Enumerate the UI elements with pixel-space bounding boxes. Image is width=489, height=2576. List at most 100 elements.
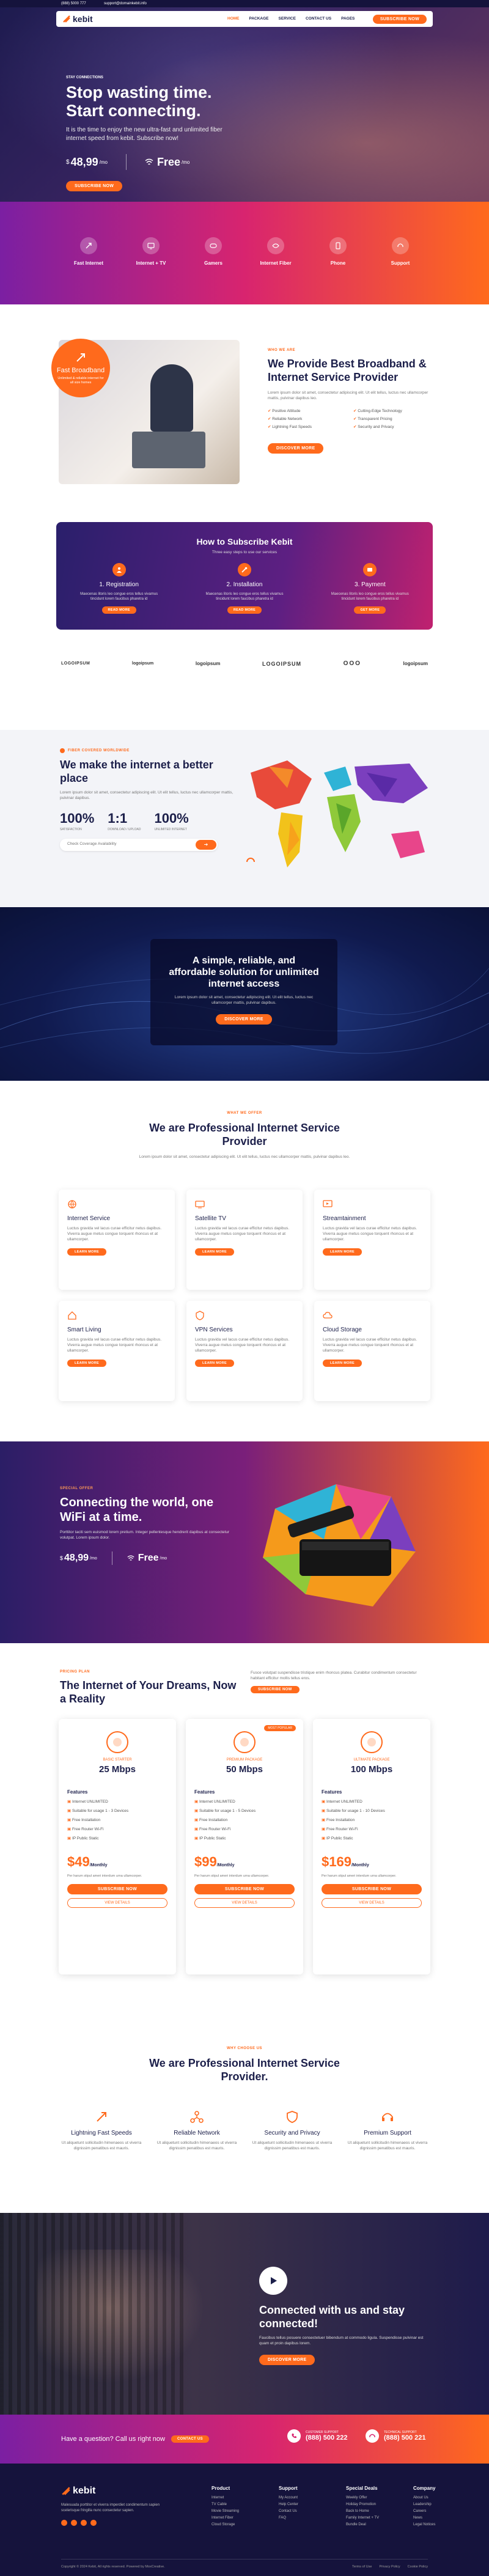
step-title: 2. Installation <box>226 581 263 588</box>
services-eyebrow: WHAT WE OFFER <box>227 1111 262 1115</box>
footer-link[interactable]: Contact Us <box>279 2508 323 2515</box>
plan-subscribe-button[interactable]: SUBSCRIBE NOW <box>194 1884 295 1894</box>
footer-col-title: Company <box>413 2486 436 2491</box>
footer-link[interactable]: FAQ <box>279 2515 323 2522</box>
play-button[interactable] <box>259 2267 287 2295</box>
footer-link[interactable]: My Account <box>279 2495 323 2501</box>
legal-links: Terms of Use Privacy Policy Cookie Polic… <box>352 2565 428 2569</box>
payment-icon <box>363 563 377 576</box>
footer-link[interactable]: Movie Streaming <box>211 2508 256 2515</box>
contact-us-button[interactable]: CONTACT US <box>171 2435 209 2443</box>
shield-icon <box>196 1311 204 1320</box>
check-item: ✔ Lightning Fast Speeds <box>268 425 312 429</box>
nav-subscribe-button[interactable]: SUBSCRIBE NOW <box>372 15 427 24</box>
service-learn-more-button[interactable]: LEARN MORE <box>195 1360 234 1367</box>
features-heading: Features <box>322 1789 342 1795</box>
step-get-more-button[interactable]: GET MORE <box>354 606 386 614</box>
feature-label: Support <box>391 260 410 266</box>
footer-link[interactable]: Careers <box>413 2508 450 2515</box>
plan-details-button[interactable]: VIEW DETAILS <box>67 1898 167 1908</box>
plan-price: $169 <box>322 1854 351 1869</box>
service-learn-more-button[interactable]: LEARN MORE <box>323 1248 362 1256</box>
pricing-cards: BASIC STARTER 25 Mbps Features ▣ Interne… <box>59 1719 430 1974</box>
footer-link[interactable]: News <box>413 2515 450 2522</box>
promo-prices: $ 48,99 /mo Free /mo <box>60 1551 231 1565</box>
feature-item[interactable]: Fast Internet <box>61 237 116 266</box>
stats: 100% SATISFACTION 1:1 DOWNLOAD / UPLOAD 10… <box>60 811 243 831</box>
video-discover-button[interactable]: DISCOVER MORE <box>259 2355 315 2365</box>
footer-link[interactable]: Help Center <box>279 2501 323 2508</box>
coverage-search-button[interactable]: ➔ <box>196 840 216 850</box>
about-discover-button[interactable]: DISCOVER MORE <box>268 443 324 454</box>
nav-pages[interactable]: PAGES <box>341 17 355 21</box>
service-learn-more-button[interactable]: LEARN MORE <box>323 1360 362 1367</box>
plan-details-button[interactable]: VIEW DETAILS <box>322 1898 422 1908</box>
footer-link[interactable]: About Us <box>413 2495 450 2501</box>
instagram-icon[interactable] <box>81 2520 87 2526</box>
plan-details-button[interactable]: VIEW DETAILS <box>194 1898 295 1908</box>
footer-link[interactable]: Weekly Offer <box>346 2495 390 2501</box>
support-phone[interactable]: (888) 500 222 <box>306 2434 348 2442</box>
why-title: We are Professional Internet Service Pro… <box>149 2057 340 2083</box>
service-learn-more-button[interactable]: LEARN MORE <box>195 1248 234 1256</box>
partner-logo: logoipsum <box>195 661 221 666</box>
feature-item[interactable]: Internet + TV <box>123 237 178 266</box>
hero-prices: $ 48,99 /mo Free /mo <box>66 154 262 170</box>
partner-logo: OOO <box>343 660 361 667</box>
step-card: 3. Payment Maecenas litoris leo congue e… <box>324 563 416 614</box>
nav-service[interactable]: SERVICE <box>279 17 296 21</box>
about-content: WHO WE ARE We Provide Best Broadband & I… <box>268 348 439 454</box>
logo[interactable]: kebit <box>62 14 93 24</box>
why-item-desc: Ut aliquetunt sollicitudin himenaeos ut … <box>156 2141 237 2151</box>
facebook-icon[interactable] <box>61 2520 67 2526</box>
footer-link[interactable]: Leadership <box>413 2501 450 2508</box>
footer-link[interactable]: Legal Notices <box>413 2522 450 2528</box>
headset-icon <box>392 237 409 254</box>
footer-link[interactable]: Holiday Promotion <box>346 2501 390 2508</box>
reliable-discover-button[interactable]: DISCOVER MORE <box>216 1014 272 1025</box>
subscribe-title: How to Subscribe Kebit <box>196 537 293 546</box>
footer-link[interactable]: Bundle Deal <box>346 2522 390 2528</box>
footer-link[interactable]: Internet <box>211 2495 256 2501</box>
nav-home[interactable]: HOME <box>227 17 240 21</box>
reliable-card: A simple, reliable, and affordable solut… <box>150 939 337 1045</box>
legal-link[interactable]: Terms of Use <box>352 2565 372 2569</box>
footer-logo[interactable]: kebit <box>61 2486 177 2497</box>
footer-link[interactable]: Internet Fiber <box>211 2515 256 2522</box>
footer-link[interactable]: Back to Home <box>346 2508 390 2515</box>
footer-link[interactable]: Cloud Storage <box>211 2522 256 2528</box>
hero-subscribe-button[interactable]: SUBSCRIBE NOW <box>66 181 123 191</box>
footer-link[interactable]: TV Cable <box>211 2501 256 2508</box>
legal-link[interactable]: Cookie Policy <box>408 2565 428 2569</box>
global-eyebrow: FIBER COVERED WORLDWIDE <box>68 749 130 753</box>
service-title: Satellite TV <box>195 1215 226 1222</box>
twitter-icon[interactable] <box>71 2520 77 2526</box>
service-learn-more-button[interactable]: LEARN MORE <box>67 1248 106 1256</box>
plan-feature: ▣ Free Installation <box>322 1818 355 1822</box>
service-learn-more-button[interactable]: LEARN MORE <box>67 1360 106 1367</box>
coverage-input[interactable] <box>67 842 189 846</box>
youtube-icon[interactable] <box>90 2520 97 2526</box>
feature-item[interactable]: Internet Fiber <box>248 237 303 266</box>
legal-link[interactable]: Privacy Policy <box>379 2565 400 2569</box>
step-read-more-button[interactable]: READ MORE <box>227 606 262 614</box>
plan-subscribe-button[interactable]: SUBSCRIBE NOW <box>67 1884 167 1894</box>
plan-subscribe-button[interactable]: SUBSCRIBE NOW <box>322 1884 422 1894</box>
tech-phone[interactable]: (888) 500 221 <box>384 2434 426 2442</box>
feature-item[interactable]: Gamers <box>186 237 241 266</box>
nav-contact[interactable]: CONTACT US <box>306 17 331 21</box>
step-read-more-button[interactable]: READ MORE <box>101 606 136 614</box>
step-card: 1. Registration Maecenas litoris leo con… <box>73 563 165 614</box>
stat-item: 100% UNLIMITED INTERNET <box>154 811 189 831</box>
footer-brand: kebit Malesuada porttitor et viverra imp… <box>61 2486 177 2526</box>
feature-item[interactable]: Phone <box>311 237 366 266</box>
nav-package[interactable]: PACKAGE <box>249 17 269 21</box>
home-icon <box>68 1311 76 1320</box>
service-title: Smart Living <box>67 1327 101 1333</box>
price-value: 48,99 <box>64 1553 89 1563</box>
footer-link[interactable]: Family Internet + TV <box>346 2515 390 2522</box>
plan-label: BASIC STARTER <box>103 1758 132 1762</box>
speed-gauge-icon <box>106 1731 128 1753</box>
pricing-subscribe-button[interactable]: SUBSCRIBE NOW <box>251 1686 300 1693</box>
feature-item[interactable]: Support <box>373 237 428 266</box>
